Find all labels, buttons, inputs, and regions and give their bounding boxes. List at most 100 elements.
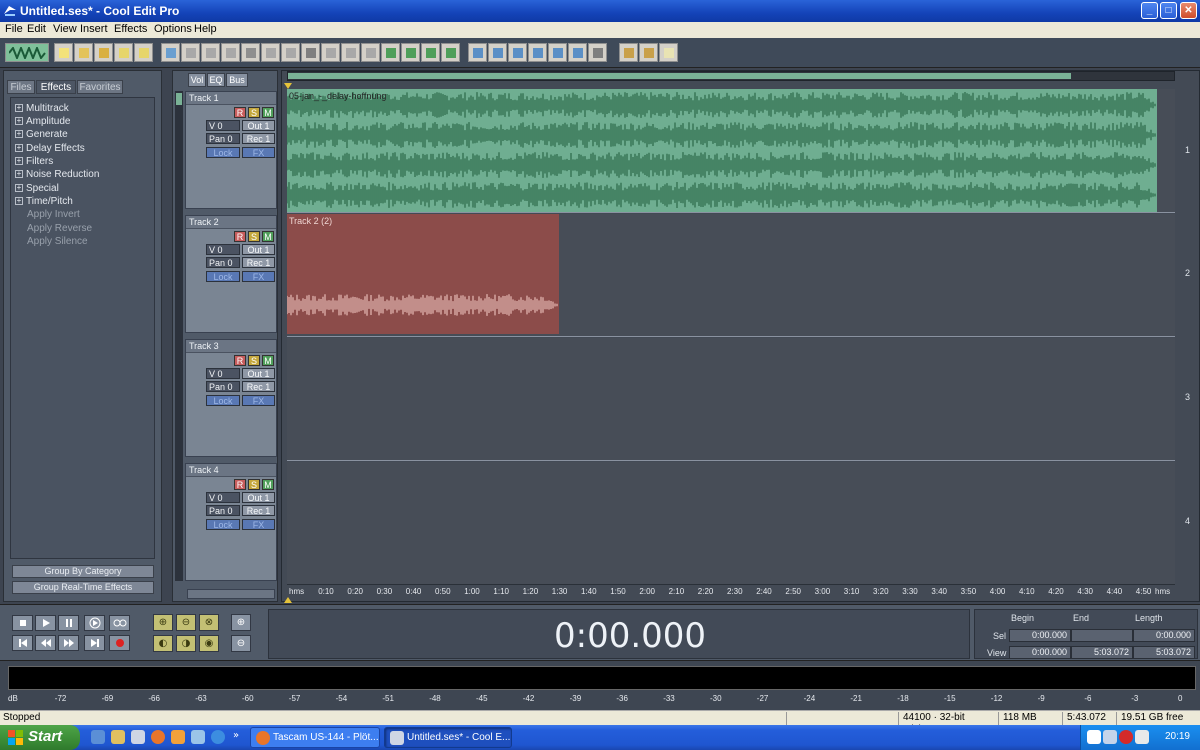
- playhead-bottom-marker[interactable]: [284, 597, 292, 603]
- tool-10-button[interactable]: [361, 43, 380, 62]
- menu-edit[interactable]: Edit: [27, 23, 46, 35]
- session-overview-bar[interactable]: [287, 71, 1175, 81]
- tab-effects[interactable]: Effects: [36, 80, 76, 94]
- tree-item-delay-effects[interactable]: + Delay Effects: [15, 143, 85, 156]
- fx-button[interactable]: [528, 43, 547, 62]
- tree-item-multitrack[interactable]: + Multitrack: [15, 103, 69, 116]
- view-length-field[interactable]: 5:03.072: [1133, 646, 1195, 659]
- expand-icon[interactable]: +: [15, 117, 23, 125]
- stop-button[interactable]: [12, 615, 33, 631]
- go-to-end-button[interactable]: [84, 635, 105, 651]
- lock-button[interactable]: Lock: [206, 519, 240, 530]
- tool-21-button[interactable]: [588, 43, 607, 62]
- expand-icon[interactable]: +: [15, 144, 23, 152]
- explorer-icon[interactable]: [111, 730, 125, 744]
- volume-field[interactable]: V 0: [206, 368, 240, 379]
- menu-options[interactable]: Options: [154, 23, 192, 35]
- fx-button[interactable]: FX: [242, 147, 275, 158]
- fast-forward-button[interactable]: [58, 635, 79, 651]
- output-button[interactable]: Out 1: [242, 368, 275, 379]
- zoom-in-horizontal-button[interactable]: ⊕: [153, 614, 173, 631]
- split-button[interactable]: [241, 43, 260, 62]
- lock-button[interactable]: Lock: [206, 395, 240, 406]
- tool-11-button[interactable]: [381, 43, 400, 62]
- solo-button[interactable]: S: [248, 355, 260, 366]
- tool-15-button[interactable]: [468, 43, 487, 62]
- tool-22-button[interactable]: [619, 43, 638, 62]
- tool-14-button[interactable]: [441, 43, 460, 62]
- tab-eq[interactable]: EQ: [207, 73, 225, 87]
- expand-icon[interactable]: +: [15, 170, 23, 178]
- help-button[interactable]: [659, 43, 678, 62]
- output-button[interactable]: Out 1: [242, 492, 275, 503]
- record-arm-button[interactable]: R: [234, 107, 246, 118]
- firefox-icon[interactable]: [151, 730, 165, 744]
- view-begin-field[interactable]: 0:00.000: [1009, 646, 1071, 659]
- track-name[interactable]: Track 2: [186, 216, 276, 229]
- sel-length-field[interactable]: 0:00.000: [1133, 629, 1195, 642]
- tab-vol[interactable]: Vol: [188, 73, 206, 87]
- tool-2-button[interactable]: [201, 43, 220, 62]
- overview-range[interactable]: [288, 73, 1071, 79]
- zoom-left-button[interactable]: ◐: [153, 635, 173, 652]
- lock-button[interactable]: Lock: [206, 147, 240, 158]
- pan-field[interactable]: Pan 0: [206, 505, 240, 516]
- tray-icon[interactable]: [1135, 730, 1149, 744]
- tab-bus[interactable]: Bus: [226, 73, 248, 87]
- tree-item-noise-reduction[interactable]: + Noise Reduction: [15, 169, 99, 182]
- show-desktop-icon[interactable]: [91, 730, 105, 744]
- record-input-button[interactable]: Rec 1: [242, 505, 275, 516]
- tree-item-apply-invert[interactable]: Apply Invert: [27, 209, 80, 222]
- track-lane-3[interactable]: 3: [287, 338, 1190, 461]
- tool-6-button[interactable]: [281, 43, 300, 62]
- audio-clip-2[interactable]: Track 2 (2): [287, 214, 559, 334]
- task-cool-edit[interactable]: Untitled.ses* - Cool E...: [384, 727, 512, 748]
- tree-item-apply-silence[interactable]: Apply Silence: [27, 236, 88, 249]
- save-button[interactable]: [114, 43, 133, 62]
- tree-item-generate[interactable]: + Generate: [15, 129, 68, 142]
- save-all-button[interactable]: [134, 43, 153, 62]
- tool-20-button[interactable]: [568, 43, 587, 62]
- pause-button[interactable]: [58, 615, 79, 631]
- track-lane-4[interactable]: 4: [287, 462, 1190, 584]
- sel-end-field[interactable]: [1071, 629, 1133, 642]
- fx-button[interactable]: FX: [242, 519, 275, 530]
- tray-icon[interactable]: [1087, 730, 1101, 744]
- pan-field[interactable]: Pan 0: [206, 257, 240, 268]
- solo-button[interactable]: S: [248, 479, 260, 490]
- track-lane-2[interactable]: Track 2 (2) 2: [287, 214, 1190, 337]
- time-ruler[interactable]: hms 0:10 0:20 0:30 0:40 0:50 1:00 1:10 1:20 1:30 1…: [287, 584, 1175, 598]
- mute-button[interactable]: M: [262, 107, 274, 118]
- wet-button[interactable]: [508, 43, 527, 62]
- track-lane-1[interactable]: 05-jan_-_delay-hoffnung 1: [287, 89, 1190, 213]
- menu-insert[interactable]: Insert: [80, 23, 108, 35]
- sel-begin-field[interactable]: 0:00.000: [1009, 629, 1071, 642]
- tool-23-button[interactable]: [639, 43, 658, 62]
- go-to-start-button[interactable]: [12, 635, 33, 651]
- output-button[interactable]: Out 1: [242, 244, 275, 255]
- mute-button[interactable]: M: [262, 355, 274, 366]
- fx-button[interactable]: FX: [242, 395, 275, 406]
- solo-button[interactable]: S: [248, 231, 260, 242]
- track-scrollbar[interactable]: [175, 91, 183, 581]
- expand-icon[interactable]: +: [15, 130, 23, 138]
- volume-field[interactable]: V 0: [206, 492, 240, 503]
- tool-5-button[interactable]: [261, 43, 280, 62]
- lock-button[interactable]: Lock: [206, 271, 240, 282]
- tool-3-button[interactable]: [221, 43, 240, 62]
- zoom-in-vertical-button[interactable]: ⊕: [231, 614, 251, 631]
- track-name[interactable]: Track 1: [186, 92, 276, 105]
- record-input-button[interactable]: Rec 1: [242, 381, 275, 392]
- menu-view[interactable]: View: [53, 23, 77, 35]
- pan-field[interactable]: Pan 0: [206, 381, 240, 392]
- tool-7-button[interactable]: [301, 43, 320, 62]
- tree-item-apply-reverse[interactable]: Apply Reverse: [27, 223, 92, 236]
- app-icon[interactable]: [131, 730, 145, 744]
- record-arm-button[interactable]: R: [234, 479, 246, 490]
- tool-1-button[interactable]: [181, 43, 200, 62]
- new-button[interactable]: [54, 43, 73, 62]
- pan-field[interactable]: Pan 0: [206, 133, 240, 144]
- zoom-selection-button[interactable]: ◉: [199, 635, 219, 652]
- group-real-time-effects-button[interactable]: Group Real-Time Effects: [12, 581, 154, 594]
- record-input-button[interactable]: Rec 1: [242, 257, 275, 268]
